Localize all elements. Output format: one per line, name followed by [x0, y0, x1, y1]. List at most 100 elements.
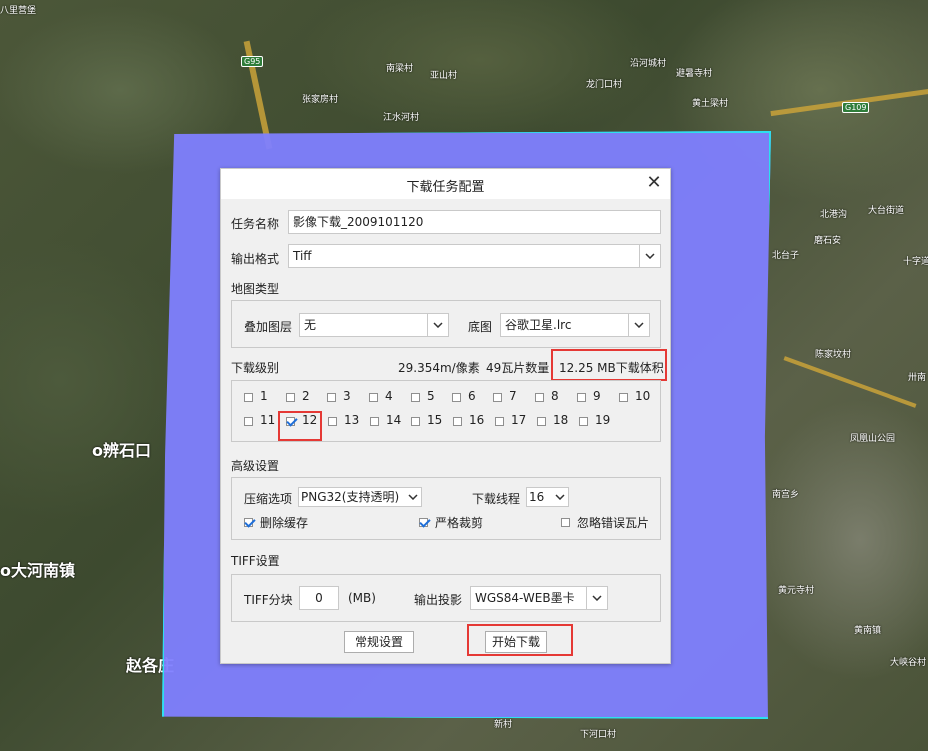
map-place-label: 八里营堡 — [0, 6, 37, 16]
map-place-label: 南宫乡 — [772, 490, 800, 500]
level-16-label: 16 — [469, 413, 485, 427]
map-place-label: 北港沟 — [820, 210, 848, 220]
level-17-checkbox[interactable] — [495, 417, 504, 426]
threads-value: 16 — [529, 490, 545, 504]
chevron-down-icon[interactable] — [427, 314, 448, 336]
map-place-label: 陈家坟村 — [815, 350, 852, 360]
map-place-label: 北台子 — [772, 251, 800, 261]
tile-count-text: 49瓦片数量 — [486, 361, 550, 375]
map-place-label: 下河口村 — [580, 730, 617, 740]
advanced-settings-group: 压缩选项 PNG32(支持透明) 下载线程 16 删除缓存 严格裁剪 忽略错误瓦… — [231, 477, 661, 540]
level-5-checkbox[interactable] — [411, 393, 420, 402]
chevron-down-icon[interactable] — [639, 245, 660, 267]
map-place-label: 大台街道 — [868, 206, 905, 216]
map-place-label: 凤凰山公园 — [850, 434, 896, 444]
level-4-label: 4 — [385, 389, 393, 403]
base-map-value: 谷歌卫星.lrc — [505, 318, 572, 332]
map-place-label: 新村 — [494, 720, 513, 730]
tiff-split-input[interactable]: 0 — [299, 586, 339, 610]
level-10-label: 10 — [635, 389, 651, 403]
level-13-checkbox[interactable] — [328, 417, 337, 426]
delete-cache-checkbox[interactable] — [244, 518, 253, 527]
map-place-label: 十字道 — [903, 257, 928, 267]
chevron-down-icon[interactable] — [552, 488, 568, 506]
close-icon[interactable]: ✕ — [644, 173, 664, 193]
level-11-label: 11 — [260, 413, 276, 427]
level-8-label: 8 — [551, 389, 559, 403]
level-3-label: 3 — [343, 389, 351, 403]
base-map-label: 底图 — [468, 320, 493, 334]
map-place-label: 沿河城村 — [630, 59, 667, 69]
overlay-layer-label: 叠加图层 — [244, 320, 293, 334]
overlay-layer-value: 无 — [304, 318, 317, 332]
level-1-checkbox[interactable] — [244, 393, 253, 402]
map-place-label: 黄元寺村 — [778, 586, 815, 596]
start-download-highlight — [467, 624, 573, 656]
level-18-checkbox[interactable] — [537, 417, 546, 426]
level-3-checkbox[interactable] — [327, 393, 336, 402]
map-place-label: 江水河村 — [383, 113, 420, 123]
ignore-error-tile-checkbox[interactable] — [561, 518, 570, 527]
ignore-error-tile-label: 忽略错误瓦片 — [577, 516, 650, 530]
task-name-label: 任务名称 — [231, 217, 280, 231]
strict-crop-label: 严格裁剪 — [435, 516, 484, 530]
level-2-checkbox[interactable] — [286, 393, 295, 402]
chevron-down-icon[interactable] — [405, 488, 421, 506]
level-17-label: 17 — [511, 413, 527, 427]
projection-label: 输出投影 — [414, 593, 463, 607]
delete-cache-label: 删除缓存 — [260, 516, 309, 530]
projection-select[interactable]: WGS84-WEB墨卡托 — [470, 586, 608, 610]
level-12-highlight — [278, 411, 322, 441]
tiff-settings-group: TIFF分块 0 (MB) 输出投影 WGS84-WEB墨卡托 — [231, 574, 661, 622]
strict-crop-checkbox[interactable] — [419, 518, 428, 527]
output-format-select[interactable]: Tiff — [288, 244, 661, 268]
general-settings-button[interactable]: 常规设置 — [344, 631, 414, 653]
level-7-label: 7 — [509, 389, 517, 403]
base-map-select[interactable]: 谷歌卫星.lrc — [500, 313, 650, 337]
map-place-label: 龙门口村 — [586, 80, 623, 90]
output-format-value: Tiff — [293, 249, 312, 263]
level-1-label: 1 — [260, 389, 268, 403]
level-6-checkbox[interactable] — [452, 393, 461, 402]
level-8-checkbox[interactable] — [535, 393, 544, 402]
level-4-checkbox[interactable] — [369, 393, 378, 402]
map-place-label: o辨石口 — [92, 441, 151, 460]
level-16-checkbox[interactable] — [453, 417, 462, 426]
level-15-checkbox[interactable] — [411, 417, 420, 426]
map-place-label: 黄土梁村 — [692, 99, 729, 109]
download-size-highlight — [551, 349, 667, 381]
compression-value: PNG32(支持透明) — [301, 490, 400, 504]
level-7-checkbox[interactable] — [493, 393, 502, 402]
level-14-label: 14 — [386, 413, 402, 427]
map-type-section-title: 地图类型 — [231, 282, 280, 296]
level-5-label: 5 — [427, 389, 435, 403]
compression-select[interactable]: PNG32(支持透明) — [298, 487, 422, 507]
map-place-label: 卅南 — [908, 373, 927, 383]
chevron-down-icon[interactable] — [586, 587, 607, 609]
map-place-label: 南梁村 — [386, 64, 414, 74]
overlay-layer-select[interactable]: 无 — [299, 313, 449, 337]
level-11-checkbox[interactable] — [244, 417, 253, 426]
download-task-dialog: 下载任务配置 ✕ 任务名称 影像下载_2009101120 输出格式 Tiff … — [220, 168, 671, 664]
map-type-group: 叠加图层 无 底图 谷歌卫星.lrc — [231, 300, 661, 348]
level-15-label: 15 — [427, 413, 443, 427]
level-2-label: 2 — [302, 389, 310, 403]
level-9-checkbox[interactable] — [577, 393, 586, 402]
dialog-title: 下载任务配置 — [406, 180, 485, 195]
level-19-checkbox[interactable] — [579, 417, 588, 426]
level-19-label: 19 — [595, 413, 611, 427]
map-place-label: 黄南镇 — [854, 626, 882, 636]
chevron-down-icon[interactable] — [628, 314, 649, 336]
highway-shield: G95 — [241, 56, 264, 67]
resolution-text: 29.354m/像素 — [398, 361, 480, 375]
task-name-input[interactable]: 影像下载_2009101120 — [288, 210, 661, 234]
map-place-label: 张家房村 — [302, 95, 339, 105]
output-format-label: 输出格式 — [231, 252, 280, 266]
level-9-label: 9 — [593, 389, 601, 403]
level-14-checkbox[interactable] — [370, 417, 379, 426]
threads-select[interactable]: 16 — [526, 487, 569, 507]
tiff-split-label: TIFF分块 — [244, 593, 293, 607]
advanced-section-title: 高级设置 — [231, 459, 280, 473]
level-10-checkbox[interactable] — [619, 393, 628, 402]
level-13-label: 13 — [344, 413, 360, 427]
